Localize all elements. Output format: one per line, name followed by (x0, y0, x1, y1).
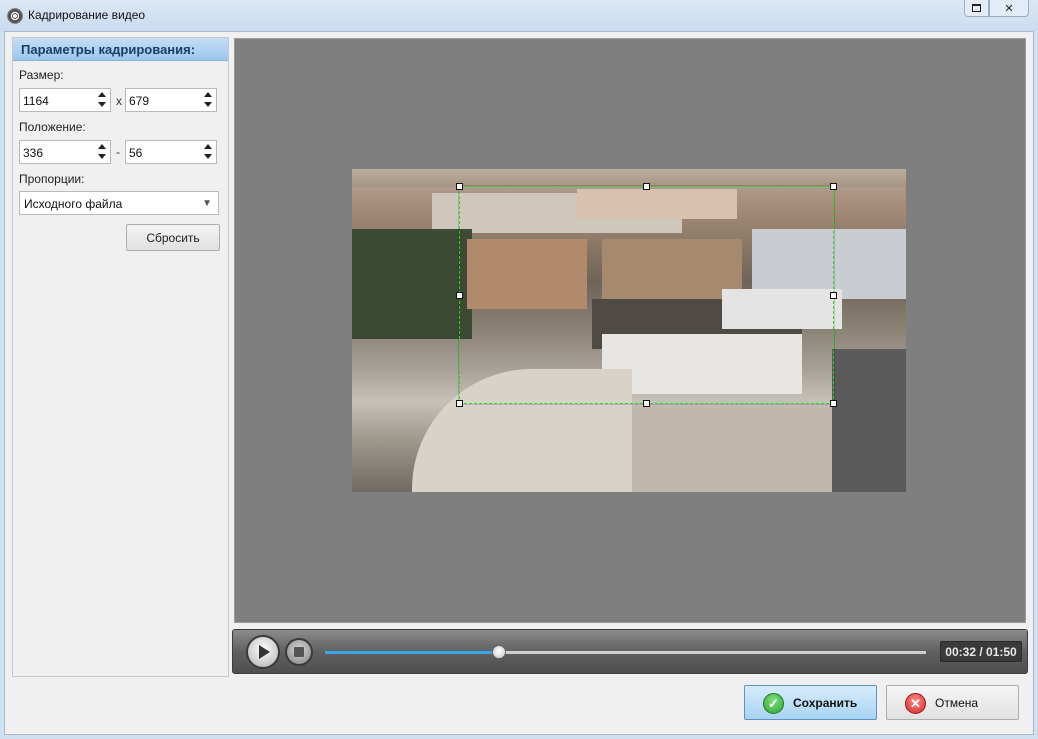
proportions-label: Пропорции: (19, 172, 85, 186)
seek-thumb[interactable] (492, 645, 507, 659)
proportions-value: Исходного файла (24, 197, 123, 211)
play-button[interactable] (246, 635, 280, 669)
film-reel-icon (7, 8, 23, 24)
pos-y-stepper[interactable]: 56 (125, 140, 217, 164)
play-icon (259, 645, 270, 659)
window-title: Кадрирование видео (28, 8, 146, 22)
crop-handle[interactable] (830, 292, 837, 299)
stop-icon (294, 647, 304, 657)
height-stepper[interactable]: 679 (125, 88, 217, 112)
size-separator: x (116, 94, 122, 108)
dialog-client-area: Параметры кадрирования: Размер: 1164 x 6… (4, 31, 1034, 735)
crop-handle[interactable] (830, 183, 837, 190)
crop-handle[interactable] (830, 400, 837, 407)
close-icon: ✕ (1004, 2, 1014, 15)
close-window-button[interactable]: ✕ (989, 0, 1029, 17)
save-button-label: Сохранить (793, 696, 858, 710)
restore-button[interactable] (964, 0, 989, 17)
height-value: 679 (129, 94, 150, 108)
spin-arrows-icon[interactable] (204, 144, 213, 160)
player-bar: 00:32 / 01:50 (232, 629, 1028, 674)
spin-arrows-icon[interactable] (204, 92, 213, 108)
cancel-button-label: Отмена (935, 696, 979, 710)
position-separator: - (116, 145, 120, 159)
restore-icon (972, 4, 981, 12)
seek-bar[interactable] (325, 645, 926, 659)
video-frame (352, 169, 906, 492)
reset-button[interactable]: Сбросить (126, 224, 220, 251)
crop-handle[interactable] (643, 400, 650, 407)
crop-selection-box[interactable] (456, 183, 837, 407)
seek-progress (325, 651, 500, 654)
pos-x-value: 336 (23, 146, 44, 160)
position-label: Положение: (19, 120, 86, 134)
spin-arrows-icon[interactable] (98, 92, 107, 108)
crop-handle[interactable] (456, 183, 463, 190)
proportions-select[interactable]: Исходного файла ▼ (19, 191, 219, 215)
close-icon: ✕ (905, 693, 926, 714)
width-value: 1164 (23, 94, 49, 108)
pos-y-value: 56 (129, 146, 143, 160)
panel-header: Параметры кадрирования: (13, 38, 228, 61)
save-button[interactable]: ✓ Сохранить (744, 685, 877, 720)
time-display: 00:32 / 01:50 (940, 641, 1022, 662)
cancel-button[interactable]: ✕ Отмена (886, 685, 1019, 720)
size-label: Размер: (19, 68, 64, 82)
crop-handle[interactable] (456, 400, 463, 407)
stop-button[interactable] (285, 638, 313, 666)
crop-handle[interactable] (456, 292, 463, 299)
title-bar: Кадрирование видео ✕ (0, 0, 1038, 31)
spin-arrows-icon[interactable] (98, 144, 107, 160)
pos-x-stepper[interactable]: 336 (19, 140, 111, 164)
crop-handle[interactable] (643, 183, 650, 190)
video-preview-area (234, 38, 1026, 623)
crop-settings-panel: Параметры кадрирования: Размер: 1164 x 6… (12, 37, 229, 677)
dropdown-arrow-icon: ▼ (202, 198, 212, 209)
checkmark-icon: ✓ (763, 693, 784, 714)
width-stepper[interactable]: 1164 (19, 88, 111, 112)
